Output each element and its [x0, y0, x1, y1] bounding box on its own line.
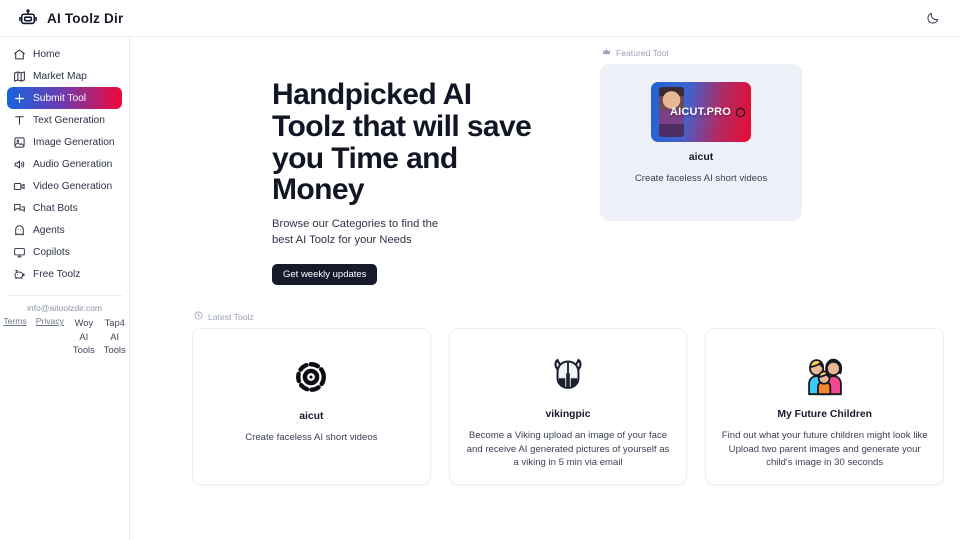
crown-icon — [602, 47, 611, 58]
sidebar-item-label: Market Map — [33, 70, 87, 82]
robot-icon — [18, 8, 38, 28]
sidebar-item-label: Agents — [33, 224, 65, 236]
privacy-link[interactable]: Privacy — [36, 316, 64, 326]
sidebar-nav: Home Market Map Submit Tool Text Generat… — [7, 43, 122, 285]
sidebar-item-label: Text Generation — [33, 114, 105, 126]
app-root: AI Toolz Dir Home Market Map Submit Tool… — [0, 0, 960, 540]
sidebar-item-label: Image Generation — [33, 136, 115, 148]
featured-label-text: Featured Tool — [616, 47, 669, 58]
featured-tool-name: aicut — [688, 151, 714, 163]
moon-icon[interactable] — [922, 7, 944, 29]
hero-subtitle: Browse our Categories to find the best A… — [272, 218, 439, 247]
video-camera-icon — [13, 180, 26, 193]
plus-icon — [13, 92, 26, 105]
tool-card-my-future-children[interactable]: My Future Children Find out what your fu… — [705, 328, 945, 485]
sidebar-footer: info@aitoolzdir.com Terms Privacy Woy AI… — [3, 295, 126, 357]
sidebar-item-label: Home — [33, 48, 61, 60]
text-icon — [13, 114, 26, 127]
sidebar-item-agents[interactable]: Agents — [7, 219, 122, 241]
thumbnail-label: AICUT.PRO — [669, 106, 732, 118]
tool-card-vikingpic[interactable]: vikingpic Become a Viking upload an imag… — [448, 328, 688, 485]
app-header: AI Toolz Dir — [0, 0, 960, 37]
latest-section: Latest Toolz aicut Create faceless AI sh… — [160, 311, 945, 485]
tool-card-name: vikingpic — [545, 409, 591, 421]
map-icon — [13, 70, 26, 83]
hero-text-block: Handpicked AI Toolz that will save you T… — [160, 45, 580, 285]
sidebar-item-chat-bots[interactable]: Chat Bots — [7, 197, 122, 219]
sidebar-item-submit-tool[interactable]: Submit Tool — [7, 87, 122, 109]
app-body: Home Market Map Submit Tool Text Generat… — [0, 37, 960, 540]
featured-thumbnail: AICUT.PRO — [651, 82, 751, 142]
sidebar-item-video-generation[interactable]: Video Generation — [7, 175, 122, 197]
featured-section: Featured Tool AICUT.PRO aicut Create fac… — [600, 45, 890, 285]
sidebar: Home Market Map Submit Tool Text Generat… — [0, 37, 130, 540]
latest-cards: aicut Create faceless AI short videos vi… — [192, 328, 945, 485]
monitor-icon — [13, 246, 26, 259]
sidebar-item-label: Submit Tool — [33, 92, 87, 104]
viking-helmet-icon — [546, 351, 590, 401]
sidebar-item-label: Free Toolz — [33, 268, 81, 280]
tool-card-name: aicut — [299, 411, 324, 422]
image-icon — [13, 136, 26, 149]
partner-link-tap4[interactable]: Tap4 AI Tools — [104, 316, 126, 357]
terms-link[interactable]: Terms — [3, 316, 26, 326]
main-content: Handpicked AI Toolz that will save you T… — [130, 37, 960, 540]
sidebar-item-audio-generation[interactable]: Audio Generation — [7, 153, 122, 175]
hero-section: Handpicked AI Toolz that will save you T… — [160, 37, 944, 285]
sidebar-item-label: Video Generation — [33, 180, 113, 192]
speaker-icon — [13, 158, 26, 171]
featured-tool-card[interactable]: AICUT.PRO aicut Create faceless AI short… — [600, 64, 802, 221]
clock-icon — [194, 311, 203, 322]
latest-section-label: Latest Toolz — [192, 311, 944, 322]
tool-card-aicut[interactable]: aicut Create faceless AI short videos — [192, 328, 431, 485]
page-title: Handpicked AI Toolz that will save you T… — [272, 78, 532, 207]
home-icon — [13, 48, 26, 61]
get-weekly-updates-button[interactable]: Get weekly updates — [272, 264, 378, 285]
partner-link-woy[interactable]: Woy AI Tools — [73, 316, 95, 357]
brand[interactable]: AI Toolz Dir — [18, 8, 123, 28]
sidebar-item-label: Copilots — [33, 246, 70, 258]
aperture-icon — [294, 351, 328, 403]
aperture-icon — [735, 107, 746, 118]
chat-bubbles-icon — [13, 202, 26, 215]
featured-section-label: Featured Tool — [600, 47, 890, 58]
tool-card-description: Become a Viking upload an image of your … — [466, 430, 670, 469]
featured-tool-description: Create faceless AI short videos — [634, 173, 768, 184]
sidebar-item-home[interactable]: Home — [7, 43, 122, 65]
footer-links: Terms Privacy Woy AI Tools Tap4 AI Tools — [3, 316, 125, 357]
piggy-icon — [13, 268, 26, 281]
ghost-icon — [13, 224, 26, 237]
tool-card-description: Find out what your future children might… — [721, 430, 928, 469]
sidebar-item-free-toolz[interactable]: Free Toolz — [7, 263, 122, 285]
family-emoji — [802, 351, 848, 401]
tool-card-description: Create faceless AI short videos — [245, 432, 378, 443]
latest-label-text: Latest Toolz — [208, 311, 254, 322]
sidebar-item-market-map[interactable]: Market Map — [7, 65, 122, 87]
sidebar-item-image-generation[interactable]: Image Generation — [7, 131, 122, 153]
app-title: AI Toolz Dir — [47, 10, 124, 26]
sidebar-item-label: Audio Generation — [33, 158, 113, 170]
sidebar-item-label: Chat Bots — [33, 202, 78, 214]
sidebar-item-copilots[interactable]: Copilots — [7, 241, 122, 263]
sidebar-item-text-generation[interactable]: Text Generation — [7, 109, 122, 131]
tool-card-name: My Future Children — [777, 409, 873, 421]
contact-email[interactable]: info@aitoolzdir.com — [7, 303, 122, 313]
